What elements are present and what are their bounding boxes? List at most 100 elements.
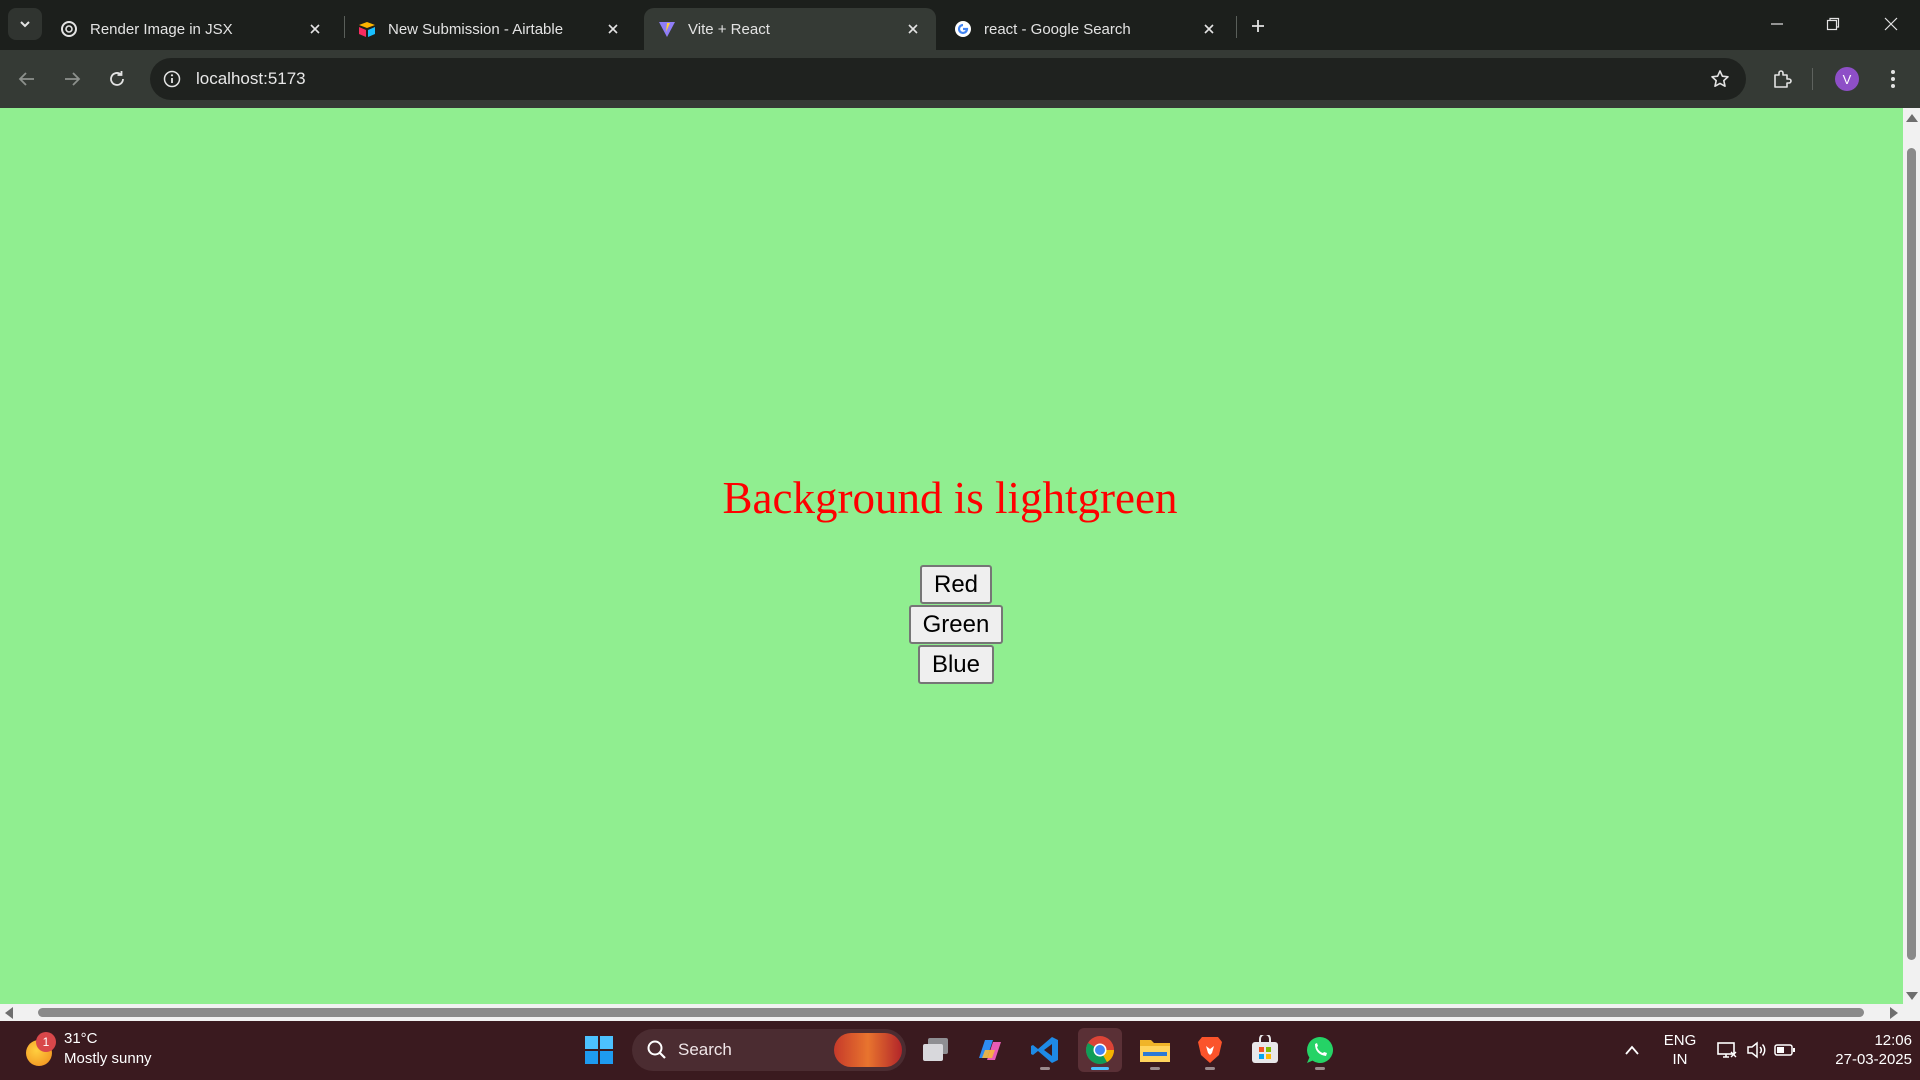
brave-lion-icon	[1198, 1037, 1222, 1063]
vscode-icon	[1031, 1037, 1058, 1063]
bookmark-star-icon[interactable]	[1708, 67, 1732, 91]
search-highlight-art	[834, 1033, 902, 1067]
tab-google-search[interactable]: react - Google Search	[940, 8, 1232, 50]
site-info-icon[interactable]	[154, 61, 190, 97]
avatar: V	[1835, 67, 1859, 91]
close-icon[interactable]	[304, 18, 326, 40]
weather-temperature: 31°C	[64, 1030, 98, 1047]
browser-toolbar: localhost:5173 V	[0, 50, 1920, 108]
network-icon	[1717, 1042, 1737, 1058]
volume-icon	[1747, 1041, 1766, 1059]
battery-icon	[1774, 1044, 1795, 1056]
clock-time: 12:06	[1874, 1032, 1912, 1049]
start-button[interactable]	[577, 1028, 621, 1072]
chevron-down-icon	[20, 21, 30, 28]
toolbar-divider	[1812, 68, 1813, 90]
menu-button[interactable]	[1876, 62, 1910, 96]
tab-strip: Render Image in JSX New Submission - Air…	[0, 0, 1920, 50]
file-explorer-app[interactable]	[1133, 1028, 1177, 1072]
arrow-right-icon	[65, 72, 81, 86]
taskbar-search[interactable]: Search	[632, 1029, 906, 1071]
puzzle-icon	[1774, 70, 1792, 88]
scroll-thumb[interactable]	[38, 1008, 1864, 1017]
vertical-scrollbar[interactable]	[1903, 108, 1920, 1004]
page-viewport: Background is lightgreen Red Green Blue	[0, 108, 1920, 1004]
close-icon[interactable]	[602, 18, 624, 40]
google-icon	[954, 20, 972, 38]
weather-widget[interactable]: 1 31°C Mostly sunny	[22, 1029, 152, 1069]
close-icon[interactable]	[1198, 18, 1220, 40]
close-icon	[1884, 17, 1898, 31]
close-icon[interactable]	[902, 18, 924, 40]
tab-search-button[interactable]	[8, 8, 42, 40]
tab-render-image[interactable]: Render Image in JSX	[46, 8, 338, 50]
red-button[interactable]: Red	[919, 565, 993, 604]
windows-logo-icon	[585, 1036, 613, 1064]
copilot-app[interactable]	[968, 1028, 1012, 1072]
address-bar[interactable]: localhost:5173	[150, 58, 1746, 100]
tab-airtable[interactable]: New Submission - Airtable	[344, 8, 636, 50]
minimize-button[interactable]	[1754, 6, 1800, 42]
blue-button[interactable]: Blue	[917, 645, 995, 684]
region-code: IN	[1672, 1051, 1688, 1068]
scroll-thumb[interactable]	[1907, 148, 1916, 960]
tab-title: react - Google Search	[984, 20, 1131, 38]
airtable-icon	[358, 20, 376, 38]
chrome-app[interactable]	[1078, 1028, 1122, 1072]
forward-button[interactable]	[55, 62, 89, 96]
horizontal-scrollbar[interactable]	[0, 1004, 1920, 1021]
vscode-app[interactable]	[1023, 1028, 1067, 1072]
back-button[interactable]	[10, 62, 44, 96]
quick-settings-button[interactable]	[1706, 1028, 1806, 1072]
tab-vite-react[interactable]: Vite + React	[644, 8, 936, 50]
task-view-icon	[923, 1038, 948, 1061]
copilot-icon	[979, 1040, 1001, 1060]
tab-title: New Submission - Airtable	[388, 20, 564, 38]
scroll-down-arrow[interactable]	[1906, 992, 1918, 1000]
chrome-icon	[1086, 1036, 1114, 1064]
scroll-up-arrow[interactable]	[1906, 114, 1918, 122]
clock-date: 27-03-2025	[1835, 1051, 1912, 1068]
color-button-group: Red Green Blue	[0, 565, 1912, 685]
folder-icon	[1140, 1040, 1170, 1062]
minimize-icon	[1771, 23, 1783, 25]
plus-icon	[1252, 20, 1264, 32]
search-icon	[647, 1040, 666, 1059]
reload-button[interactable]	[100, 62, 134, 96]
profile-button[interactable]: V	[1830, 62, 1864, 96]
close-window-button[interactable]	[1868, 6, 1914, 42]
tab-title: Vite + React	[688, 20, 770, 38]
green-button[interactable]: Green	[908, 605, 1004, 644]
input-language-indicator[interactable]: ENG IN	[1660, 1031, 1700, 1069]
restore-icon	[1826, 17, 1840, 31]
whatsapp-app[interactable]	[1298, 1028, 1342, 1072]
url-text[interactable]: localhost:5173	[196, 69, 306, 89]
tab-title: Render Image in JSX	[90, 20, 233, 38]
extensions-button[interactable]	[1765, 62, 1799, 96]
weather-condition: Mostly sunny	[64, 1050, 152, 1067]
windows-taskbar: 1 31°C Mostly sunny Search ENG IN 12:06 …	[0, 1021, 1920, 1080]
reload-icon	[110, 71, 124, 86]
brave-app[interactable]	[1188, 1028, 1232, 1072]
chevron-up-icon	[1625, 1045, 1639, 1055]
restore-button[interactable]	[1810, 6, 1856, 42]
language-code: ENG	[1663, 1032, 1697, 1049]
more-vertical-icon	[1891, 70, 1895, 88]
scroll-right-arrow[interactable]	[1890, 1007, 1898, 1019]
arrow-left-icon	[18, 72, 34, 86]
vite-icon	[658, 20, 676, 38]
openai-icon	[60, 20, 78, 38]
notification-badge: 1	[36, 1032, 56, 1052]
task-view-button[interactable]	[914, 1028, 958, 1072]
page-heading: Background is lightgreen	[722, 473, 1178, 523]
microsoft-store-app[interactable]	[1243, 1028, 1287, 1072]
clock[interactable]: 12:06 27-03-2025	[1812, 1031, 1912, 1069]
weather-icon: 1	[22, 1032, 56, 1066]
tab-divider	[1236, 16, 1237, 38]
store-icon	[1252, 1035, 1278, 1063]
scroll-left-arrow[interactable]	[5, 1007, 13, 1019]
search-label: Search	[678, 1040, 732, 1059]
new-tab-button[interactable]	[1244, 12, 1272, 40]
whatsapp-icon	[1307, 1037, 1334, 1063]
show-hidden-icons-button[interactable]	[1610, 1028, 1654, 1072]
